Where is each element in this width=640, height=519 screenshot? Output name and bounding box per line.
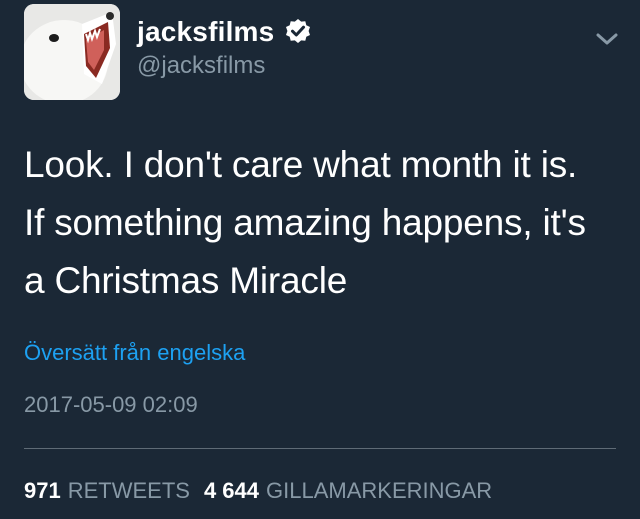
retweets-stat[interactable]: 971 RETWEETS (24, 478, 190, 504)
tweet-stats: 971 RETWEETS 4 644 GILLAMARKERINGAR (24, 478, 492, 504)
chevron-down-icon[interactable] (594, 26, 620, 52)
user-name-row[interactable]: jacksfilms (137, 16, 312, 48)
tweet-timestamp: 2017-05-09 02:09 (24, 392, 198, 417)
avatar[interactable] (24, 4, 120, 100)
retweets-label: RETWEETS (67, 478, 190, 503)
tweet-line: a Christmas Miracle (24, 260, 348, 301)
likes-count: 4 644 (203, 478, 260, 503)
tweet-line: Look. I don't care what month it is. (24, 144, 578, 185)
verified-badge-icon (286, 19, 311, 43)
likes-label: GILLAMARKERINGAR (266, 478, 493, 503)
user-name[interactable]: jacksfilms (137, 16, 274, 48)
likes-stat[interactable]: 4 644 GILLAMARKERINGAR (204, 478, 492, 504)
tweet-text: Look. I don't care what month it is. If … (24, 136, 624, 310)
translate-link[interactable]: Översätt från engelska (24, 340, 245, 366)
retweets-count: 971 (24, 478, 61, 503)
user-handle[interactable]: @jacksfilms (137, 52, 265, 80)
divider (24, 448, 616, 449)
tweet-line: If something amazing happens, it's (24, 202, 586, 243)
white-dog-avatar-icon (24, 4, 120, 100)
